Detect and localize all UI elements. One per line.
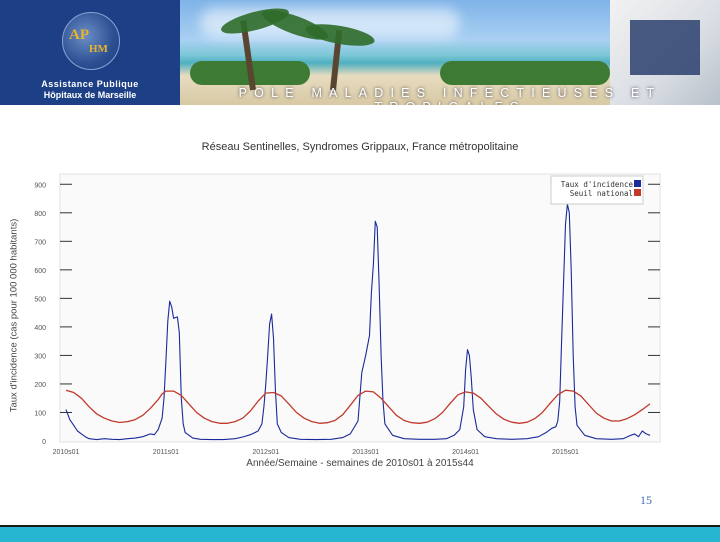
x-tick-label: 2014s01 xyxy=(452,449,479,456)
chart: 0 100 200 300 400 500 600 700 800 900 2010s01 2011… xyxy=(34,173,661,456)
y-tick-label: 300 xyxy=(34,353,46,360)
footer-bar xyxy=(0,525,720,542)
y-tick-label: 800 xyxy=(34,211,46,218)
y-tick-label: 600 xyxy=(34,268,46,275)
x-tick-label: 2011s01 xyxy=(153,449,179,456)
legend: Taux d'incidence Seuil national xyxy=(550,175,644,205)
legend-swatch-incidence xyxy=(634,180,641,187)
legend-label-threshold: Seuil national xyxy=(570,189,633,198)
y-tick-label: 900 xyxy=(34,182,46,189)
y-tick-label: 100 xyxy=(34,410,46,417)
x-tick-label: 2010s01 xyxy=(53,449,80,456)
x-tick-label: 2012s01 xyxy=(252,449,279,456)
y-tick-label: 500 xyxy=(34,296,46,303)
page-number: 15 xyxy=(640,493,652,507)
x-tick-label: 2013s01 xyxy=(352,449,379,456)
x-ticks: 2010s01 2011s01 2012s01 2013s01 2014s01 2015s… xyxy=(53,449,579,456)
x-tick-label: 2015s01 xyxy=(552,449,579,456)
legend-label-incidence: Taux d'incidence xyxy=(561,180,634,189)
y-ticks: 0 100 200 300 400 500 600 700 800 900 xyxy=(34,182,46,446)
y-tick-label: 0 xyxy=(42,439,46,446)
y-tick-label: 700 xyxy=(34,239,46,246)
legend-swatch-threshold xyxy=(634,189,641,196)
y-tick-label: 200 xyxy=(34,382,46,389)
y-tick-label: 400 xyxy=(34,325,46,332)
